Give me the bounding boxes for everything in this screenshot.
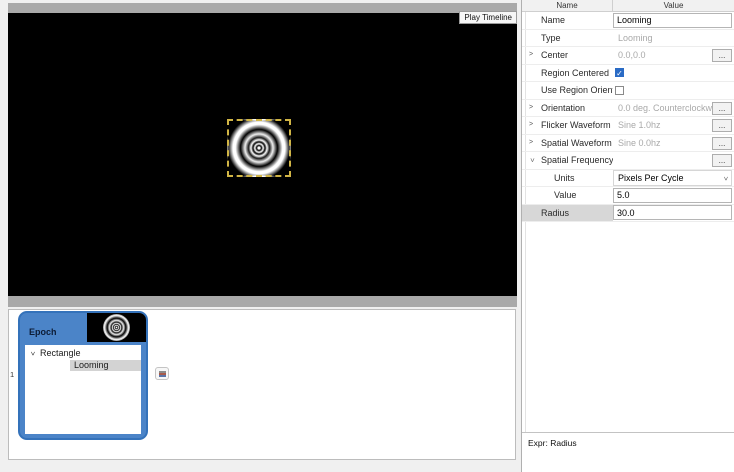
expander-collapsed-icon[interactable]: > (527, 121, 535, 129)
property-label: Type (541, 32, 561, 43)
property-label: Units (554, 172, 575, 183)
property-row-flicker-waveform[interactable]: > Flicker Waveform Sine 1.0hz ... (522, 117, 734, 135)
property-label: Region Centered (541, 67, 610, 78)
column-header-value: Value (663, 1, 684, 10)
tree-item-rectangle[interactable]: > Rectangle (25, 348, 141, 359)
dropdown-chevron-icon: > (721, 176, 729, 181)
property-row-region-centered[interactable]: Region Centered ✓ (522, 65, 734, 82)
flicker-waveform-value: Sine 1.0hz (618, 120, 661, 131)
timeline-row-number: 1 (10, 370, 15, 379)
property-inspector: Name Value Name Type Looming > Center 0.… (521, 0, 734, 472)
property-row-use-region-orientation[interactable]: Use Region Orientation (522, 82, 734, 100)
looming-stimulus-selected[interactable] (227, 119, 291, 177)
expander-expanded-icon[interactable]: > (527, 156, 535, 164)
name-input[interactable] (613, 12, 732, 28)
property-label-text: Orientation (541, 102, 586, 113)
play-timeline-button[interactable]: Play Timeline (459, 11, 517, 24)
center-value: 0.0,0.0 (618, 50, 646, 61)
property-label: > Orientation (522, 100, 613, 117)
property-row-units[interactable]: Units Pixels Per Cycle > (522, 169, 734, 187)
expression-status: Expr: Radius (522, 431, 734, 471)
epoch-stimulus-tree: > Rectangle Looming (25, 345, 141, 434)
preview-canvas[interactable]: Play Timeline (8, 11, 517, 296)
orientation-value: 0.0 deg. Counterclockwise (618, 102, 724, 113)
tree-item-looming[interactable]: Looming (70, 360, 141, 371)
units-dropdown[interactable]: Pixels Per Cycle > (613, 169, 732, 186)
spatial-frequency-more-button[interactable]: ... (712, 154, 732, 167)
spatial-waveform-value: Sine 0.0hz (618, 137, 661, 148)
tree-item-label: Rectangle (40, 348, 81, 358)
property-label: > Spatial Frequency (522, 152, 613, 169)
units-selected-value: Pixels Per Cycle (618, 172, 684, 183)
property-label: Use Region Orientation (541, 85, 613, 96)
expander-collapsed-icon[interactable]: > (527, 104, 535, 112)
property-row-spatial-frequency[interactable]: > Spatial Frequency ... (522, 152, 734, 170)
tree-expander-icon[interactable]: > (27, 350, 38, 358)
center-more-button[interactable]: ... (712, 49, 732, 62)
property-row-center[interactable]: > Center 0.0,0.0 ... (522, 47, 734, 65)
spatial-waveform-more-button[interactable]: ... (712, 136, 732, 150)
type-value: Looming (618, 32, 653, 43)
looming-thumbnail-icon (103, 314, 130, 341)
add-epoch-button[interactable] (155, 367, 169, 380)
property-label-text: Flicker Waveform (541, 120, 611, 131)
preview-top-bar (8, 3, 517, 13)
inspector-column-headers: Name Value (522, 0, 734, 12)
property-label: Value (554, 190, 577, 201)
property-label-text: Spatial Waveform (541, 137, 612, 148)
flicker-waveform-more-button[interactable]: ... (712, 119, 732, 132)
property-row-radius[interactable]: Radius (522, 204, 734, 222)
preview-bottom-bar (8, 296, 517, 307)
property-label: Name (541, 15, 566, 26)
expander-collapsed-icon[interactable]: > (527, 139, 535, 147)
property-row-spatial-waveform[interactable]: > Spatial Waveform Sine 0.0hz ... (522, 135, 734, 152)
use-region-orientation-checkbox[interactable] (615, 85, 624, 95)
epoch-title: Epoch (29, 327, 57, 337)
property-label-text: Spatial Frequency (541, 155, 613, 166)
timeline-panel[interactable]: 1 Epoch > Rectangle Looming (8, 309, 516, 460)
property-row-name[interactable]: Name (522, 12, 734, 30)
property-label: > Flicker Waveform (522, 117, 613, 134)
property-row-orientation[interactable]: > Orientation 0.0 deg. Counterclockwise … (522, 100, 734, 117)
preview-window: Play Timeline (8, 3, 517, 307)
property-label: Radius (522, 204, 613, 221)
property-row-value[interactable]: Value (522, 187, 734, 205)
property-label: > Spatial Waveform (522, 135, 613, 152)
epoch-thumbnail (87, 313, 146, 342)
column-header-name: Name (522, 0, 613, 11)
value-input[interactable] (613, 187, 732, 203)
inspector-empty-area (522, 222, 734, 432)
expander-collapsed-icon[interactable]: > (527, 51, 535, 59)
orientation-more-button[interactable]: ... (712, 101, 732, 115)
add-epoch-icon (158, 370, 166, 377)
property-label: > Center (522, 47, 613, 64)
region-centered-checkbox[interactable]: ✓ (615, 68, 624, 78)
property-label-text: Center (541, 50, 569, 61)
epoch-card[interactable]: Epoch > Rectangle Looming (18, 311, 148, 440)
property-row-type[interactable]: Type Looming (522, 30, 734, 47)
radius-input[interactable] (613, 205, 732, 221)
